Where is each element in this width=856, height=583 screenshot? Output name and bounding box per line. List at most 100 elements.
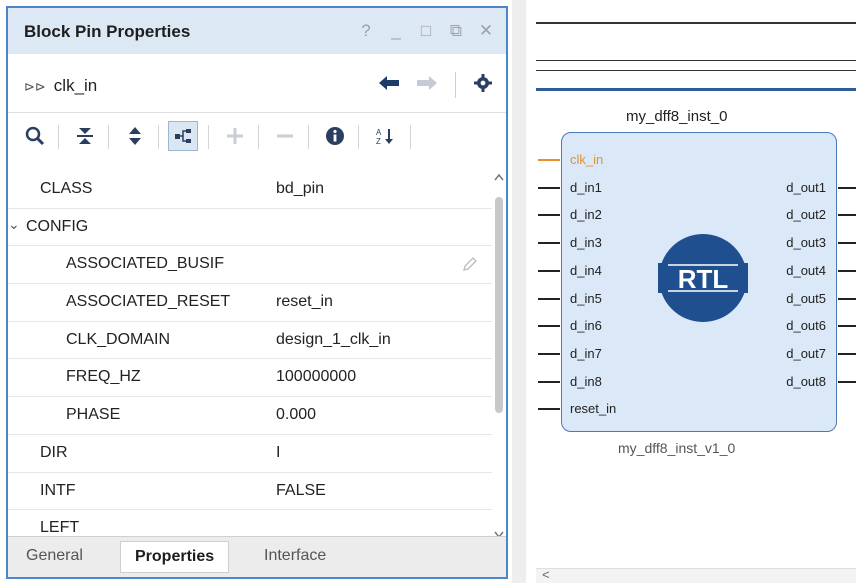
pin-stub — [838, 297, 856, 300]
pin-stub — [838, 269, 856, 272]
minimize-icon[interactable]: _ — [388, 21, 404, 41]
output-pin[interactable]: d_out5 — [736, 289, 856, 307]
tab-properties[interactable]: Properties — [120, 541, 230, 573]
pin-stub — [838, 214, 856, 217]
connection-line — [536, 60, 856, 61]
pin-label: d_in7 — [570, 345, 602, 361]
property-row[interactable]: CLK_DOMAIN design_1_clk_in — [8, 322, 492, 360]
remove-icon[interactable] — [270, 121, 300, 151]
pin-stub — [538, 186, 560, 189]
toolbar-separator — [208, 125, 209, 149]
svg-text:Z: Z — [376, 137, 381, 146]
help-icon[interactable]: ? — [358, 21, 374, 41]
pin-icon: ⊳⊳ — [24, 79, 46, 94]
panel-tabs: General Properties Interface — [8, 536, 506, 577]
forward-arrow-icon[interactable] — [417, 75, 437, 95]
pin-stub — [538, 269, 560, 272]
property-row[interactable]: ASSOCIATED_RESET reset_in — [8, 284, 492, 322]
pin-label: d_in2 — [570, 207, 602, 223]
rtl-logo-text: RTL — [678, 264, 729, 294]
toolbar-separator — [58, 125, 59, 149]
pin-label: d_out6 — [786, 318, 826, 334]
pin-stub — [838, 352, 856, 355]
output-pin[interactable]: d_out7 — [736, 344, 856, 362]
pin-stub — [538, 325, 560, 328]
property-row[interactable]: FREQ_HZ 100000000 — [8, 359, 492, 398]
module-name: my_dff8_inst_v1_0 — [618, 440, 736, 456]
hierarchy-view-icon[interactable] — [168, 121, 198, 151]
horizontal-scrollbar[interactable]: < — [536, 567, 856, 583]
property-value[interactable]: reset_in — [276, 293, 333, 311]
output-pin[interactable]: d_out6 — [736, 316, 856, 334]
property-name: INTF — [40, 481, 76, 499]
property-name: PHASE — [66, 406, 121, 424]
pin-label: d_in8 — [570, 373, 602, 389]
maximize-icon[interactable]: □ — [418, 21, 434, 41]
panel-titlebar: Block Pin Properties ? _ □ ⧉ ✕ — [8, 8, 506, 54]
property-row[interactable]: DIR I — [8, 435, 492, 473]
info-icon[interactable] — [320, 121, 350, 151]
property-row[interactable]: ASSOCIATED_BUSIF — [8, 246, 492, 285]
property-name: CONFIG — [26, 217, 89, 235]
tab-general[interactable]: General — [26, 547, 83, 565]
property-value[interactable]: I — [276, 444, 280, 462]
pin-label: reset_in — [570, 401, 617, 417]
expand-all-icon[interactable] — [120, 121, 150, 151]
sort-az-icon[interactable]: AZ — [370, 121, 400, 151]
output-pin[interactable]: d_out4 — [736, 261, 856, 279]
property-name: ASSOCIATED_RESET — [66, 293, 231, 311]
close-icon[interactable]: ✕ — [478, 21, 494, 41]
chevron-down-icon[interactable]: ⌄ — [8, 216, 20, 233]
vertical-scrollbar[interactable] — [492, 171, 506, 541]
scroll-left-icon[interactable]: < — [542, 567, 550, 582]
output-pin[interactable]: d_out3 — [736, 233, 856, 251]
property-value[interactable]: 100000000 — [276, 368, 356, 386]
float-icon[interactable]: ⧉ — [448, 21, 464, 41]
pin-stub — [838, 242, 856, 245]
add-icon[interactable] — [220, 121, 250, 151]
property-name: DIR — [40, 443, 68, 461]
pin-label: d_in1 — [570, 179, 602, 195]
gear-icon[interactable] — [474, 73, 492, 97]
collapse-all-icon[interactable] — [70, 121, 100, 151]
property-value[interactable]: 0.000 — [276, 406, 316, 424]
back-arrow-icon[interactable] — [379, 75, 399, 95]
property-name: ASSOCIATED_BUSIF — [66, 255, 224, 273]
panel-title: Block Pin Properties — [24, 22, 191, 41]
toolbar-separator — [158, 125, 159, 149]
property-value[interactable]: FALSE — [276, 482, 326, 500]
pin-stub — [838, 380, 856, 383]
property-value[interactable]: bd_pin — [276, 180, 324, 198]
scroll-up-icon[interactable] — [494, 173, 504, 181]
pin-label: d_in4 — [570, 262, 602, 278]
pin-label: clk_in — [570, 152, 604, 167]
pin-label: d_out8 — [786, 373, 826, 389]
tab-interface[interactable]: Interface — [264, 547, 326, 565]
pin-stub — [538, 214, 560, 217]
property-row[interactable]: ⌄ CONFIG — [8, 209, 492, 247]
connection-line — [536, 88, 856, 91]
property-name: CLK_DOMAIN — [66, 330, 171, 348]
property-row[interactable]: PHASE 0.000 — [8, 397, 492, 435]
pin-label: d_out5 — [786, 290, 826, 306]
toolbar-separator — [308, 125, 309, 149]
pin-label: d_out7 — [786, 345, 826, 361]
output-pin[interactable]: d_out8 — [736, 372, 856, 390]
search-icon[interactable] — [20, 121, 50, 151]
panel-divider[interactable] — [512, 0, 526, 583]
svg-text:A: A — [376, 128, 382, 137]
property-row[interactable]: CLASS bd_pin — [8, 171, 492, 209]
pin-stub — [538, 297, 560, 300]
pin-label: d_in3 — [570, 235, 602, 251]
pencil-icon[interactable] — [462, 256, 478, 272]
property-row[interactable]: INTF FALSE — [8, 473, 492, 511]
pin-label: d_out3 — [786, 235, 826, 251]
output-pin[interactable]: d_out1 — [736, 178, 856, 196]
scroll-thumb[interactable] — [495, 197, 503, 413]
object-row: ⊳⊳ clk_in — [8, 58, 506, 110]
output-pin[interactable]: d_out2 — [736, 205, 856, 223]
object-name: ⊳⊳ clk_in — [24, 76, 97, 96]
property-name: CLASS — [40, 180, 93, 197]
block-design-canvas[interactable]: my_dff8_inst_0 RTL clk_in d_in1 d_in2 d_in3… — [526, 0, 856, 583]
property-value[interactable]: design_1_clk_in — [276, 331, 391, 349]
